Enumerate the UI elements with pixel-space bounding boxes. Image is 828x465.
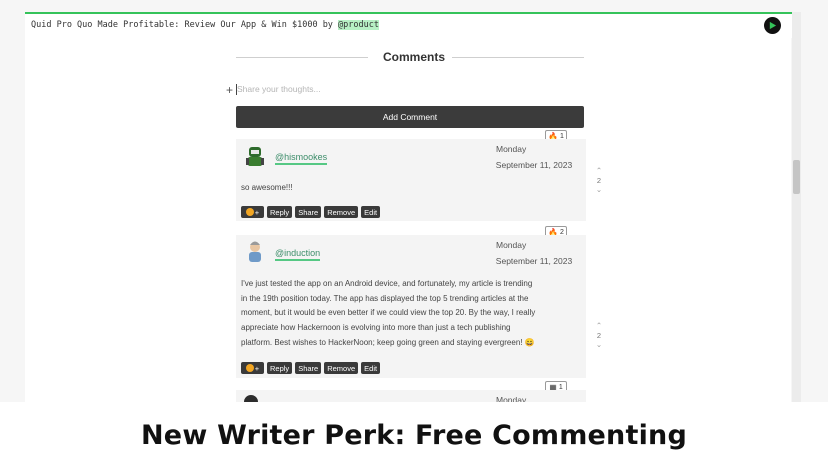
comment-date: Monday: [489, 392, 579, 402]
comment-weekday: Monday: [496, 240, 527, 250]
comment-date: Monday September 11, 2023: [489, 237, 579, 269]
play-button[interactable]: [764, 17, 781, 34]
chevron-up-icon[interactable]: ⌃: [592, 166, 606, 176]
remove-button[interactable]: Remove: [324, 362, 359, 374]
add-comment-button[interactable]: Add Comment: [236, 106, 584, 128]
chevron-down-icon[interactable]: ⌄: [592, 185, 606, 195]
comment-card: @hismookes Monday September 11, 2023 so …: [236, 139, 586, 221]
avatar[interactable]: [244, 239, 266, 262]
comment-weekday: Monday: [496, 144, 527, 154]
comment-body-line: appreciate how Hackernoon is evolving in…: [241, 323, 511, 333]
comment-body-line: in the 19th position today. The app has …: [241, 293, 529, 303]
reply-button[interactable]: Reply: [267, 206, 293, 218]
story-author-link[interactable]: @product: [338, 20, 379, 30]
play-icon: [769, 21, 777, 30]
caption: New Writer Perk: Free Commenting: [141, 420, 687, 451]
avatar[interactable]: [244, 145, 266, 167]
comment-weekday: Monday: [496, 395, 527, 402]
comment-actions: + Reply Share Remove Edit: [241, 362, 381, 374]
comment-date-text: September 11, 2023: [495, 256, 573, 266]
share-button[interactable]: Share: [295, 362, 322, 374]
add-reaction-button[interactable]: +: [241, 206, 264, 218]
comment-author-link[interactable]: @hismookes: [275, 152, 328, 165]
comment-body-line: moment, but it would be even better if w…: [241, 308, 536, 318]
add-reaction-label: +: [254, 363, 260, 373]
vote-control: ⌃ 2 ⌄: [592, 321, 606, 350]
comment-body: so awesome!!!: [241, 183, 293, 192]
comments-heading: Comments: [382, 50, 445, 64]
chevron-up-icon[interactable]: ⌃: [592, 321, 606, 331]
chevron-down-icon[interactable]: ⌄: [592, 340, 606, 350]
add-reaction-button[interactable]: +: [241, 362, 264, 374]
comment-card: Monday: [236, 390, 586, 402]
edit-button[interactable]: Edit: [361, 362, 381, 374]
smiley-icon: [245, 364, 254, 372]
screen: Quid Pro Quo Made Profitable: Review Our…: [0, 0, 828, 402]
divider-right: [452, 57, 584, 58]
story-title: Quid Pro Quo Made Profitable: Review Our…: [31, 20, 379, 30]
comment-date: Monday September 11, 2023: [489, 141, 579, 173]
comment-body-line: I've just tested the app on an Android d…: [241, 279, 533, 288]
scrollbar-thumb[interactable]: [793, 160, 800, 194]
scrollbar-track[interactable]: [792, 12, 801, 402]
comment-date-text: September 11, 2023: [495, 160, 573, 170]
comment-body: I've just tested the app on an Android d…: [241, 277, 581, 351]
plus-icon[interactable]: +: [226, 83, 233, 97]
edit-button[interactable]: Edit: [361, 206, 381, 218]
story-header-bar: Quid Pro Quo Made Profitable: Review Our…: [25, 12, 793, 38]
story-title-text: Quid Pro Quo Made Profitable: Review Our…: [31, 20, 339, 30]
vote-count: 2: [596, 331, 602, 340]
vote-control: ⌃ 2 ⌄: [592, 166, 606, 195]
vote-count: 2: [596, 176, 602, 185]
reply-button[interactable]: Reply: [267, 362, 293, 374]
remove-button[interactable]: Remove: [324, 206, 359, 218]
smiley-icon: [245, 208, 254, 216]
comment-card: @induction Monday September 11, 2023 I'v…: [236, 235, 586, 378]
add-reaction-label: +: [254, 207, 260, 217]
avatar[interactable]: [244, 395, 258, 402]
comment-body-line: platform. Best wishes to HackerNoon; kee…: [241, 337, 535, 347]
comment-actions: + Reply Share Remove Edit: [241, 206, 381, 218]
comment-author-link[interactable]: @induction: [275, 248, 321, 261]
comment-input[interactable]: [237, 84, 577, 94]
share-button[interactable]: Share: [295, 206, 322, 218]
